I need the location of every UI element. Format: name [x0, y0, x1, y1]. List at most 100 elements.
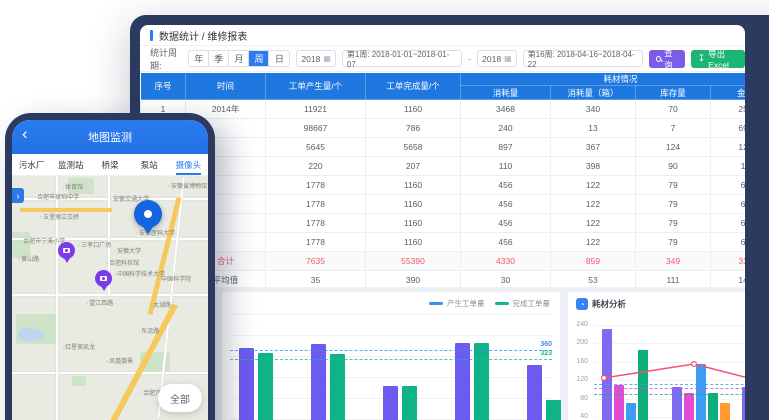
cell-value: 1778: [266, 233, 366, 252]
export-excel-button[interactable]: ↧ 导出Excel: [691, 50, 745, 68]
phone-tab-泵站[interactable]: 泵站: [130, 154, 169, 175]
table-row[interactable]: 42202071103989019: [141, 157, 746, 176]
cell-value: 897: [461, 138, 551, 157]
bar-produced[interactable]: [383, 386, 398, 420]
bar-produced[interactable]: [527, 365, 542, 420]
bar-produced[interactable]: [455, 343, 470, 420]
column-group-header: 耗材情况: [461, 73, 746, 86]
map-expander-button[interactable]: ›: [12, 188, 24, 203]
cell-value: 5645: [266, 138, 366, 157]
cell-value: 79: [636, 233, 711, 252]
bar-completed[interactable]: [330, 354, 345, 420]
bar-completed[interactable]: [402, 386, 417, 420]
cell-value: 456: [461, 195, 551, 214]
legend-swatch: [429, 302, 443, 305]
breadcrumb-accent: [150, 30, 153, 41]
table-row[interactable]: 356455658897367124125: [141, 138, 746, 157]
cell-value: 1160: [366, 195, 461, 214]
cell-value: 332: [711, 252, 746, 271]
map-poi-label: 太湖路: [150, 300, 171, 309]
cell-value: 1778: [266, 176, 366, 195]
cell-value: 4330: [461, 252, 551, 271]
cell-value: 79: [636, 214, 711, 233]
sub-column-header: 消耗量（箱）: [551, 86, 636, 100]
bar-completed[interactable]: [258, 353, 273, 420]
legend-label: 完成工单量: [513, 298, 551, 309]
cell-value: 859: [551, 252, 636, 271]
cell-value: 122: [551, 176, 636, 195]
y-axis-tick: 160: [570, 358, 588, 365]
cell-value: 1160: [366, 100, 461, 119]
consumables-plot: [594, 318, 745, 420]
cell-value: 220: [266, 157, 366, 176]
consumables-chart-card: ◔耗材分析2402001601208040: [568, 292, 745, 420]
table-row[interactable]: 8177811604561227967: [141, 233, 746, 252]
search-icon: [656, 56, 661, 62]
map-poi-label: 红星美凯龙: [62, 342, 95, 351]
chart-header: ◔耗材分析: [576, 298, 626, 310]
bar-produced[interactable]: [311, 344, 326, 420]
query-button[interactable]: 查询: [649, 50, 685, 68]
map-poi-label: 安徽大学: [114, 246, 141, 255]
table-row[interactable]: 7177811604561227967: [141, 214, 746, 233]
period-option-月[interactable]: 月: [229, 51, 249, 66]
map-poi-label: 三孝口广场: [78, 240, 111, 249]
period-option-周[interactable]: 周: [249, 51, 269, 66]
show-all-button[interactable]: 全部: [158, 384, 202, 412]
selected-camera-marker[interactable]: [134, 200, 162, 228]
legend-item: 产生工单量: [429, 298, 485, 309]
end-year-value: 2018: [482, 54, 501, 64]
export-button-label: 导出Excel: [708, 48, 738, 70]
map-poi-label: 中国科学院: [158, 274, 191, 283]
cell-value: 207: [366, 157, 461, 176]
cell-value: 110: [461, 157, 551, 176]
end-week-input[interactable]: 第16周: 2018-04-16~2018-04-22: [523, 50, 643, 67]
start-week-input[interactable]: 第1周: 2018-01-01~2018-01-07: [342, 50, 462, 67]
breadcrumb-bar: 数据统计 / 维修报表: [140, 25, 745, 46]
y-axis-tick: 40: [570, 413, 588, 420]
cell-value: 786: [366, 119, 461, 138]
map-canvas[interactable]: 体育馆合肥市琥珀中学安徽交通大学安徽省博物馆五里墩立交桥安徽医科大学合肥市宁溪小…: [12, 176, 208, 420]
y-axis-tick: 240: [570, 321, 588, 328]
line-point-marker: [602, 376, 607, 381]
back-icon[interactable]: ‹: [22, 124, 28, 144]
table-row[interactable]: 12014年119211160346834070250: [141, 100, 746, 119]
charts-band: 产生工单量完成工单量360323 ◔耗材分析2402001601208040: [140, 287, 745, 420]
y-axis-tick: 120: [570, 376, 588, 383]
cell-value: 122: [551, 195, 636, 214]
range-separator: -: [468, 54, 471, 64]
map-poi-label: 东流路: [138, 326, 159, 335]
cell-value: 349: [636, 252, 711, 271]
camera-marker[interactable]: [95, 270, 112, 287]
gridline: [230, 356, 552, 357]
dashboard-screen: 数据统计 / 维修报表 统计周期: 年季月周日 2018 ▦ 第1周: 2018…: [140, 25, 745, 420]
start-year-select[interactable]: 2018 ▦: [296, 50, 335, 67]
gridline: [230, 335, 552, 336]
cell-value: 240: [461, 119, 551, 138]
camera-marker[interactable]: [58, 242, 75, 259]
table-row[interactable]: 6177811604561227967: [141, 195, 746, 214]
table-row[interactable]: 5177811604561227967: [141, 176, 746, 195]
sub-column-header: 金额: [711, 86, 746, 100]
bar-completed[interactable]: [474, 343, 489, 420]
bar-completed[interactable]: [546, 400, 561, 420]
map-poi-label: 凤凰御景: [106, 356, 133, 365]
line-point-marker: [692, 362, 697, 367]
camera-icon: [100, 276, 107, 281]
phone-tab-污水厂[interactable]: 污水厂: [12, 154, 51, 175]
cell-value: 55390: [366, 252, 461, 271]
phone-tab-监测站[interactable]: 监测站: [51, 154, 90, 175]
column-header: 序号: [141, 73, 186, 100]
phone-tab-摄像头[interactable]: 摄像头: [169, 154, 208, 175]
period-option-年[interactable]: 年: [189, 51, 209, 66]
map-poi-label: 安徽医科大学: [136, 228, 175, 237]
period-option-季[interactable]: 季: [209, 51, 229, 66]
end-year-select[interactable]: 2018 ▦: [477, 50, 516, 67]
cell-value: 125: [711, 138, 746, 157]
period-option-日[interactable]: 日: [269, 51, 289, 66]
map-poi-label: 合肥科技馆: [106, 258, 139, 267]
table-row[interactable]: 298667786240137690: [141, 119, 746, 138]
phone-tab-桥梁[interactable]: 桥梁: [90, 154, 129, 175]
cell-value: 456: [461, 176, 551, 195]
cell-value: 67: [711, 214, 746, 233]
